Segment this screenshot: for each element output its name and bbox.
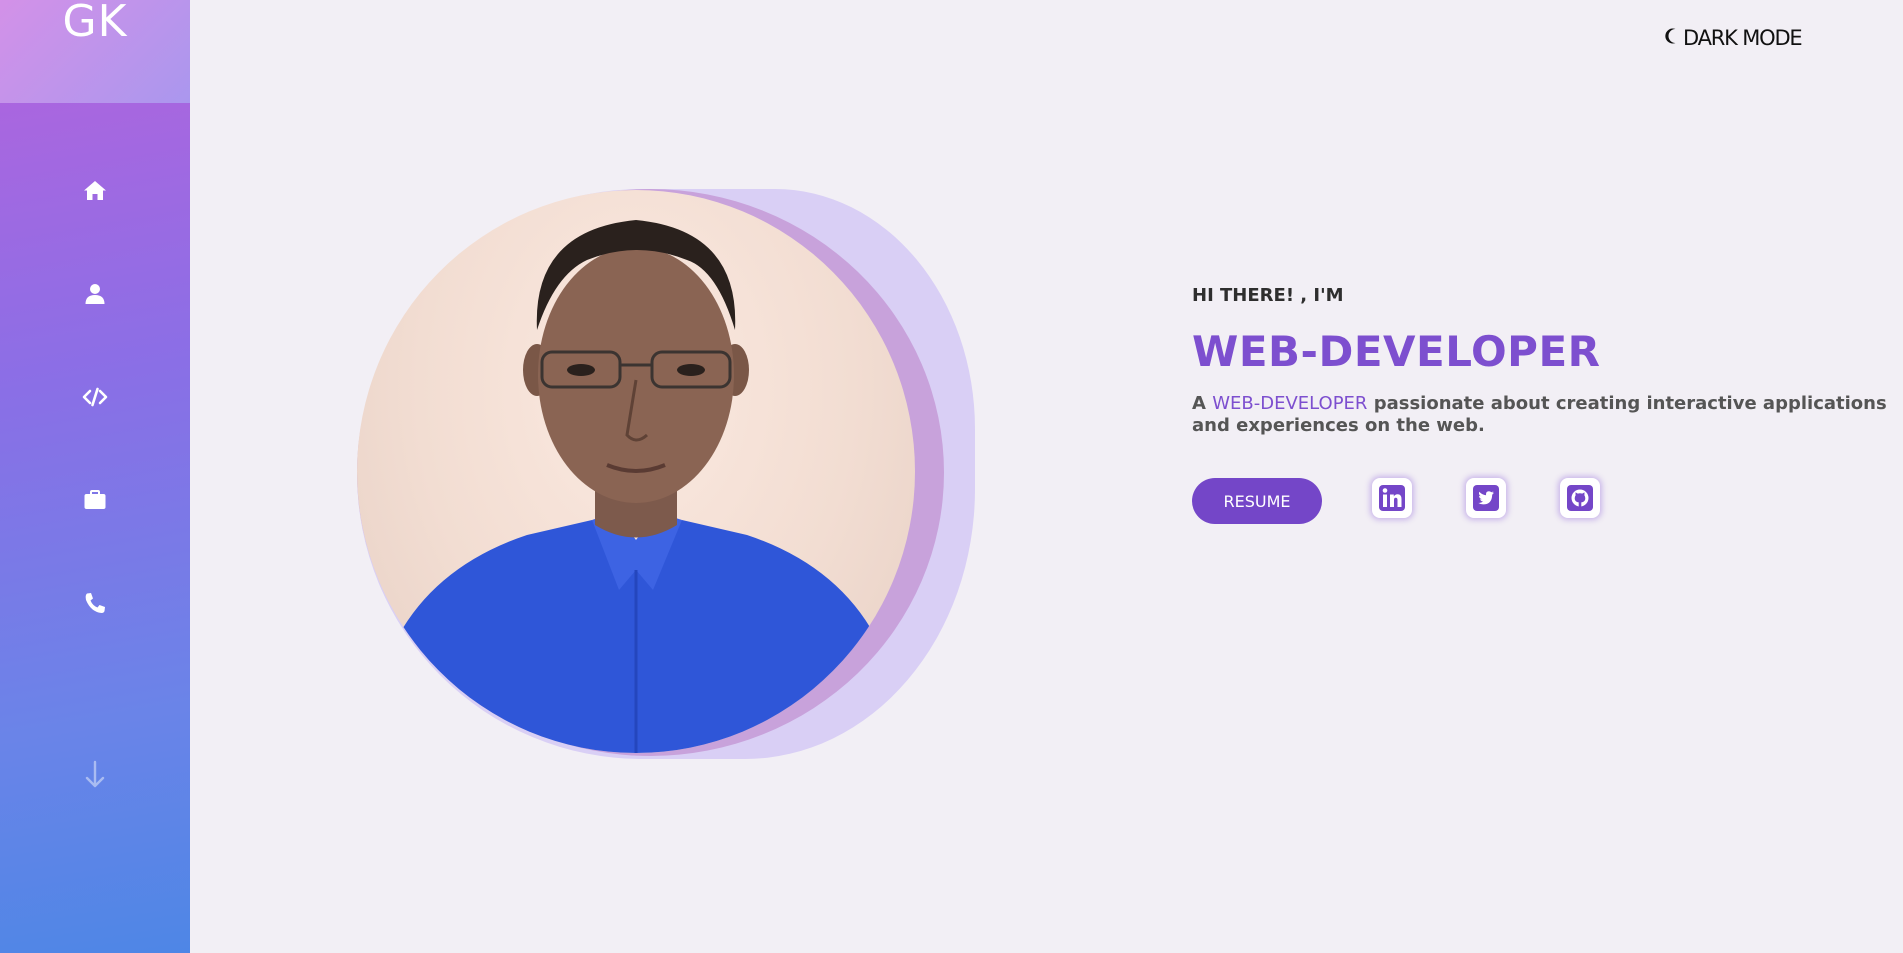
twitter-icon[interactable] <box>1466 478 1506 518</box>
dark-mode-toggle[interactable]: DARK MODE <box>1664 24 1803 52</box>
hero-description: A WEB-DEVELOPER passionate about creatin… <box>1192 393 1892 437</box>
user-icon[interactable] <box>80 279 110 309</box>
sidebar: GK <box>0 0 190 953</box>
logo-box[interactable]: GK <box>0 0 190 103</box>
role-title: WEB-DEVELOPER <box>1192 327 1601 376</box>
profile-photo-area <box>357 189 975 759</box>
phone-icon[interactable] <box>80 588 110 618</box>
home-icon[interactable] <box>80 176 110 206</box>
briefcase-icon[interactable] <box>80 485 110 515</box>
moon-icon <box>1664 26 1680 50</box>
resume-button[interactable]: RESUME <box>1192 478 1322 524</box>
arrow-down-icon[interactable] <box>80 758 110 792</box>
greeting: HI THERE! , I'M <box>1192 285 1344 306</box>
desc-prefix: A <box>1192 393 1213 414</box>
profile-photo <box>357 190 915 753</box>
logo[interactable]: GK <box>0 0 190 47</box>
linkedin-icon[interactable] <box>1372 478 1412 518</box>
dark-mode-label: DARK MODE <box>1683 26 1803 50</box>
github-icon[interactable] <box>1560 478 1600 518</box>
code-icon[interactable] <box>80 382 110 412</box>
desc-highlight: WEB-DEVELOPER <box>1212 393 1368 414</box>
